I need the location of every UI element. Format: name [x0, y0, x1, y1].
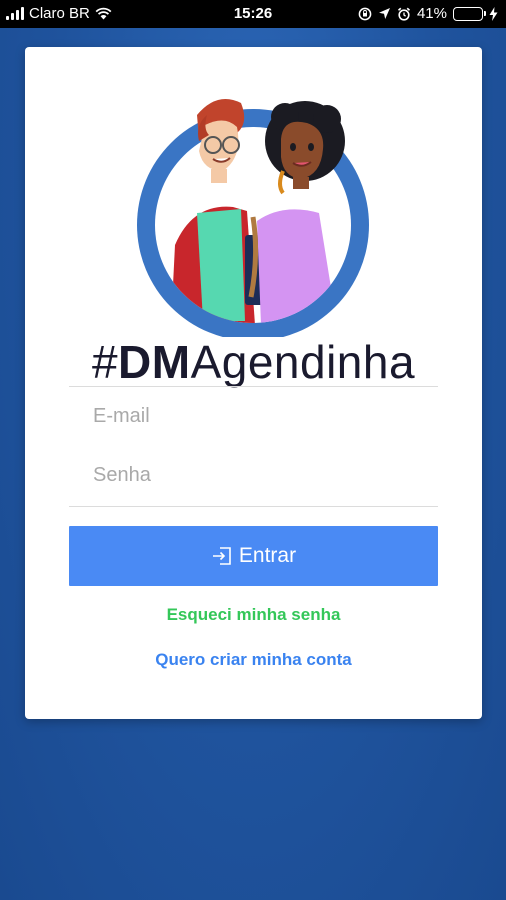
status-right: 41% — [358, 5, 498, 22]
battery-icon — [453, 6, 486, 21]
brand-title: #DMAgendinha — [25, 335, 482, 389]
create-account-link[interactable]: Quero criar minha conta — [25, 650, 482, 670]
charging-icon — [489, 6, 498, 21]
email-input[interactable] — [91, 387, 425, 445]
orientation-lock-icon — [358, 7, 372, 20]
password-field — [69, 446, 438, 504]
login-button[interactable]: Entrar — [69, 526, 438, 586]
login-button-label: Entrar — [238, 544, 297, 567]
alarm-icon — [397, 7, 410, 21]
brand-dm: DM — [118, 336, 191, 388]
battery-percent: 41% — [416, 5, 447, 22]
login-icon — [212, 547, 231, 565]
login-card: #DMAgendinha Entrar Esqueci minha senha … — [25, 47, 482, 719]
email-field — [69, 386, 438, 445]
forgot-password-link[interactable]: Esqueci minha senha — [25, 605, 482, 625]
form-divider — [69, 506, 438, 507]
status-bar: Claro BR 15:26 41% — [0, 0, 506, 28]
location-icon — [378, 8, 390, 19]
brand-hash: # — [91, 336, 119, 388]
mascot-illustration — [137, 99, 369, 337]
password-input[interactable] — [91, 446, 425, 504]
brand-name: Agendinha — [190, 336, 416, 388]
